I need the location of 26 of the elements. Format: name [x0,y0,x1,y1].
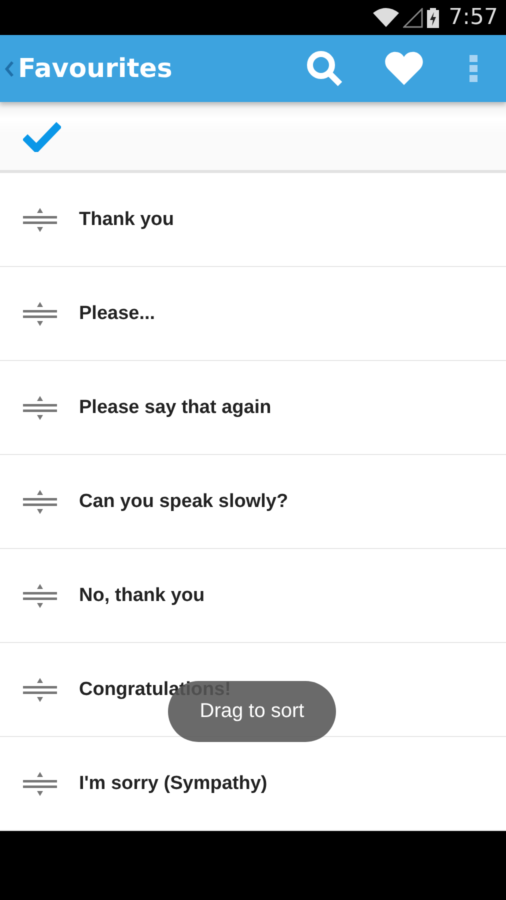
phrase-text: Thank you [79,208,174,230]
heart-icon[interactable] [383,50,425,86]
back-chevron-icon [4,60,14,76]
phrase-text: No, thank you [79,584,205,606]
phrase-row[interactable]: No, thank you [0,549,506,643]
signal-icon [402,8,423,28]
phrase-text: Can you speak slowly? [79,490,288,512]
drag-handle-icon[interactable] [23,488,57,516]
phrase-text: Please say that again [79,396,272,418]
phrase-text: Please... [79,302,156,324]
phrase-text: I'm sorry (Sympathy) [79,772,268,794]
battery-icon [426,8,439,28]
drag-handle-icon[interactable] [23,770,57,798]
clock-time: 7:57 [448,5,498,30]
wifi-icon [372,8,399,28]
search-icon[interactable] [305,48,345,88]
drag-handle-icon[interactable] [23,206,57,234]
drag-handle-icon[interactable] [23,582,57,610]
phrase-row[interactable]: Please... [0,267,506,361]
drag-handle-icon[interactable] [23,676,57,704]
drag-handle-icon[interactable] [23,394,57,422]
checkmark-icon[interactable] [23,120,61,152]
phrase-row[interactable]: Can you speak slowly? [0,455,506,549]
drag-handle-icon[interactable] [23,300,57,328]
phrase-row[interactable]: Please say that again [0,361,506,455]
phrase-row[interactable]: Thank you [0,173,506,267]
